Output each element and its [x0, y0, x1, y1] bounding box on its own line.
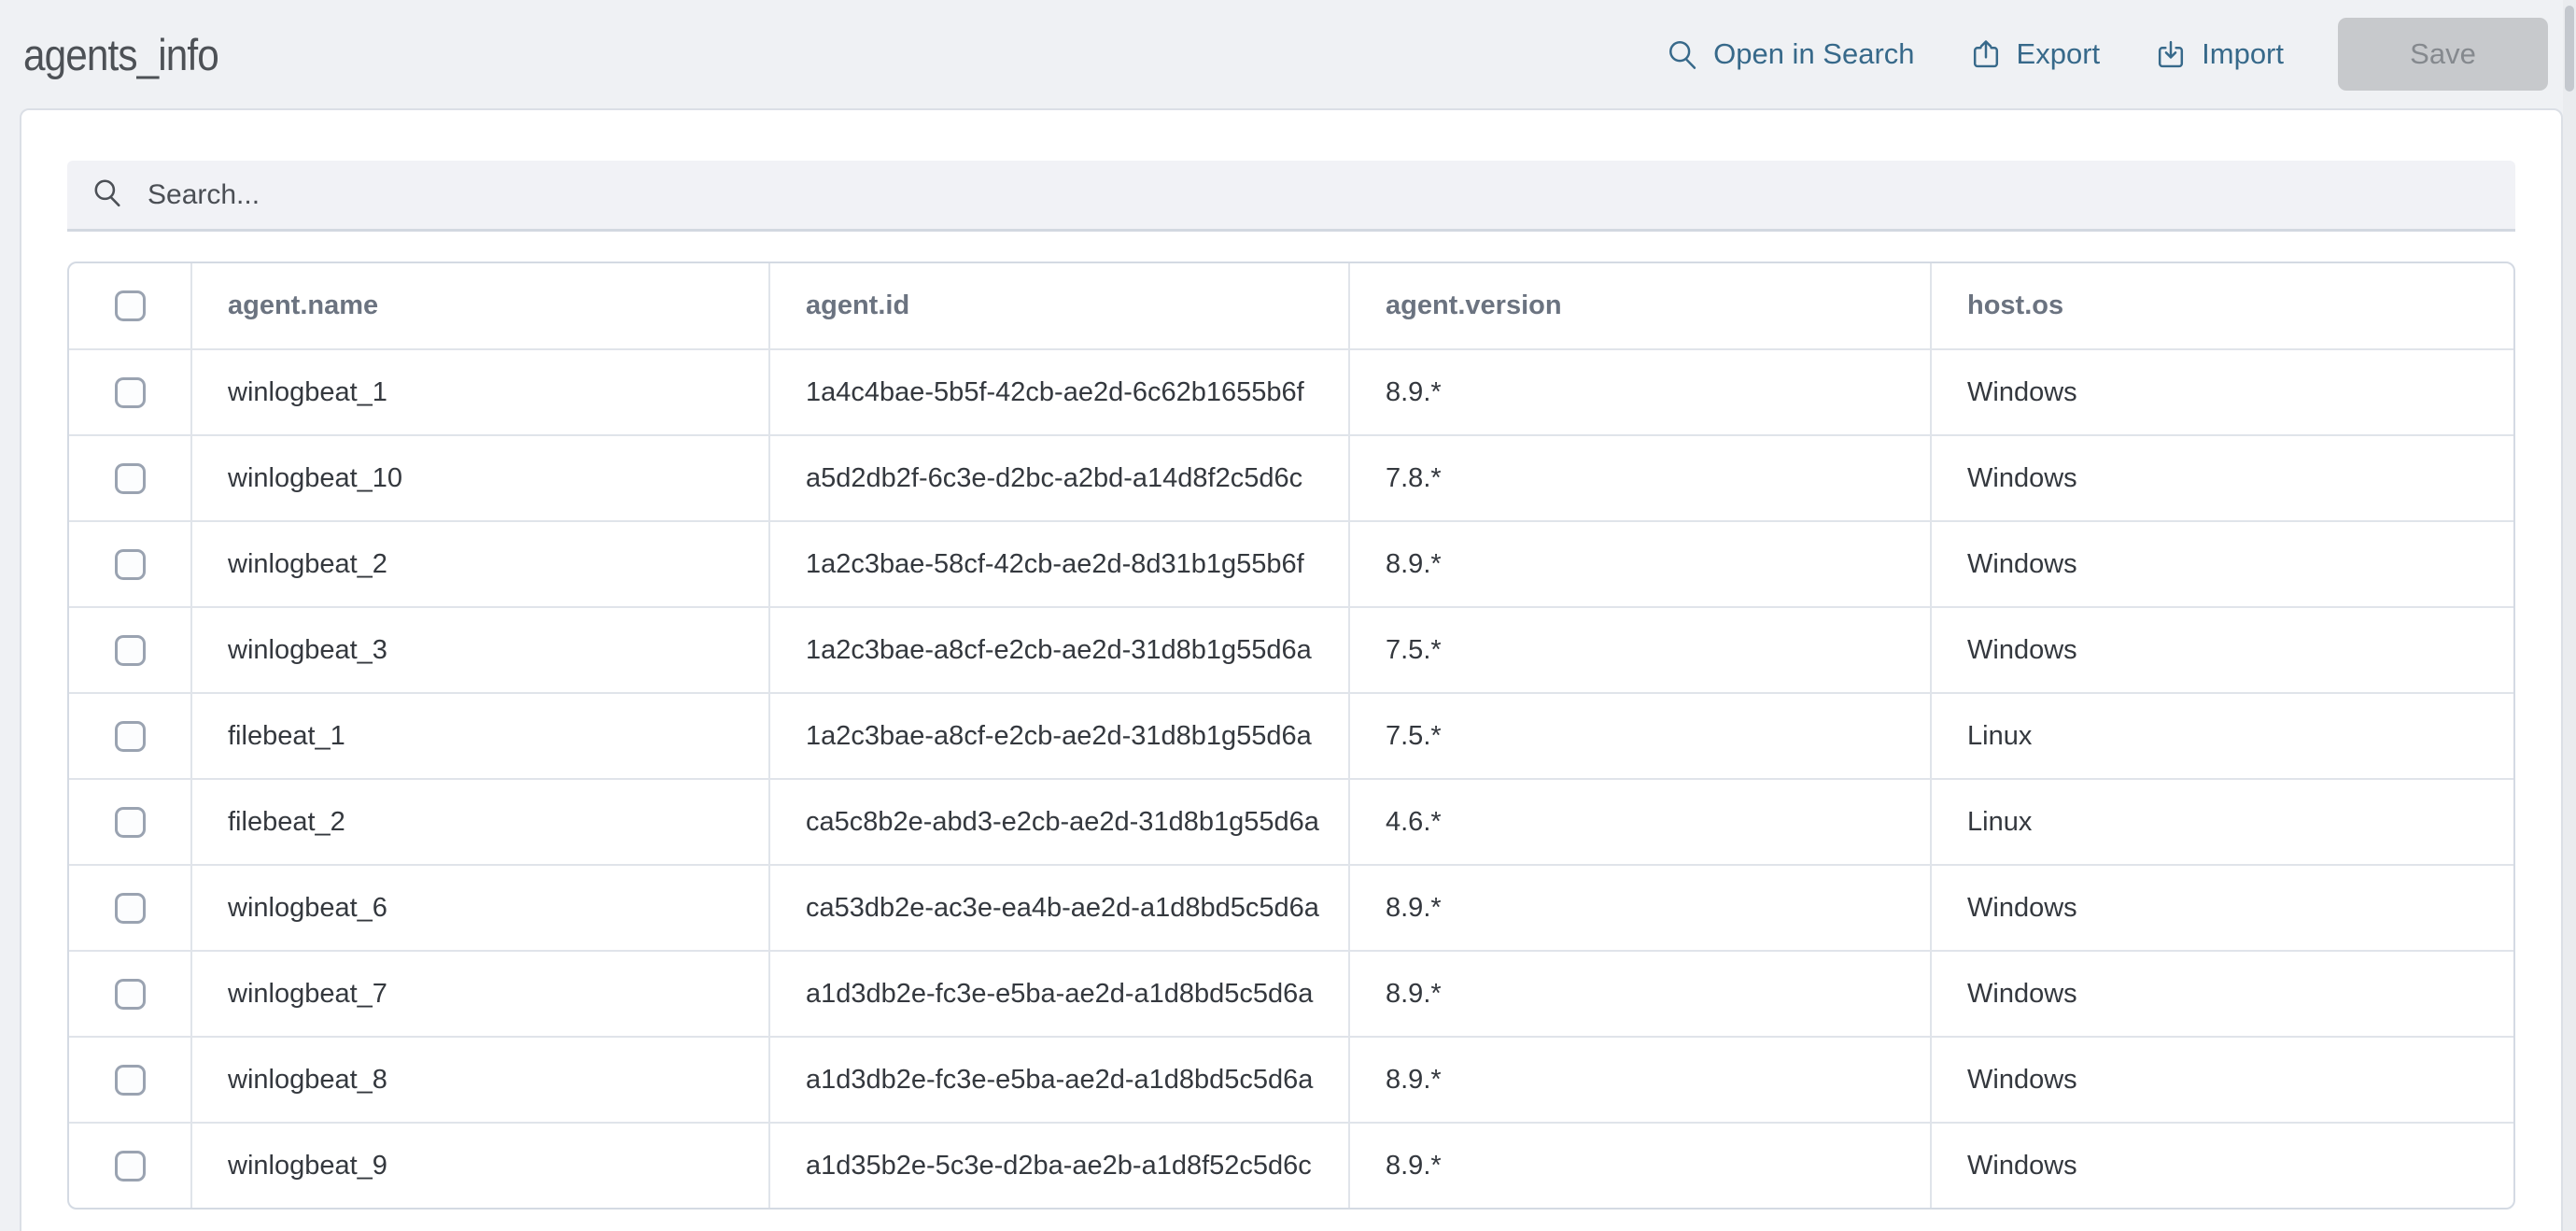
select-all-checkbox[interactable]: [114, 290, 146, 321]
cell-agent-version: 8.9.*: [1348, 1036, 1932, 1124]
table-body: winlogbeat_1 1a4c4bae-5b5f-42cb-ae2d-6c6…: [69, 348, 2513, 1208]
cell-host-os: Windows: [1930, 520, 2513, 608]
cell-host-os: Windows: [1930, 348, 2513, 436]
cell-agent-name: winlogbeat_2: [190, 520, 770, 608]
cell-host-os: Windows: [1930, 1122, 2513, 1208]
cell-host-os: Windows: [1930, 950, 2513, 1038]
cell-agent-version: 8.9.*: [1348, 348, 1932, 436]
cell-host-os: Linux: [1930, 778, 2513, 866]
cell-agent-name: winlogbeat_8: [190, 1036, 770, 1124]
cell-agent-name: winlogbeat_6: [190, 864, 770, 952]
top-bar: agents_info Open in Search Export Import…: [0, 0, 2576, 108]
table-row: winlogbeat_3 1a2c3bae-a8cf-e2cb-ae2d-31d…: [69, 606, 2513, 694]
cell-agent-id: a1d3db2e-fc3e-e5ba-ae2d-a1d8bd5c5d6a: [768, 950, 1350, 1038]
toolbar: Open in Search Export Import Save: [1666, 18, 2548, 91]
row-select-cell: [69, 692, 192, 780]
row-checkbox[interactable]: [114, 1150, 146, 1181]
row-checkbox[interactable]: [114, 978, 146, 1010]
column-header-agent-id[interactable]: agent.id: [768, 263, 1350, 350]
table-row: winlogbeat_8 a1d3db2e-fc3e-e5ba-ae2d-a1d…: [69, 1036, 2513, 1124]
cell-agent-version: 8.9.*: [1348, 950, 1932, 1038]
row-checkbox[interactable]: [114, 548, 146, 580]
row-select-cell: [69, 606, 192, 694]
cell-host-os: Windows: [1930, 864, 2513, 952]
import-icon: [2154, 37, 2188, 71]
search-box: [67, 161, 2515, 232]
cell-agent-id: 1a2c3bae-58cf-42cb-ae2d-8d31b1g55b6f: [768, 520, 1350, 608]
row-select-cell: [69, 778, 192, 866]
cell-agent-version: 7.5.*: [1348, 606, 1932, 694]
open-in-search-button[interactable]: Open in Search: [1666, 37, 1915, 71]
page: agents_info Open in Search Export Import…: [0, 0, 2576, 1231]
table-row: winlogbeat_2 1a2c3bae-58cf-42cb-ae2d-8d3…: [69, 520, 2513, 608]
cell-agent-id: a5d2db2f-6c3e-d2bc-a2bd-a14d8f2c5d6c: [768, 434, 1350, 522]
cell-agent-version: 4.6.*: [1348, 778, 1932, 866]
cell-host-os: Linux: [1930, 692, 2513, 780]
cell-agent-version: 8.9.*: [1348, 1122, 1932, 1208]
row-checkbox[interactable]: [114, 462, 146, 494]
cell-agent-name: winlogbeat_1: [190, 348, 770, 436]
row-select-cell: [69, 348, 192, 436]
table-row: winlogbeat_9 a1d35b2e-5c3e-d2ba-ae2b-a1d…: [69, 1122, 2513, 1208]
search-icon: [91, 177, 146, 213]
export-icon: [1969, 37, 2003, 71]
cell-agent-id: 1a2c3bae-a8cf-e2cb-ae2d-31d8b1g55d6a: [768, 606, 1350, 694]
row-checkbox[interactable]: [114, 634, 146, 666]
cell-agent-id: ca53db2e-ac3e-ea4b-ae2d-a1d8bd5c5d6a: [768, 864, 1350, 952]
row-select-cell: [69, 434, 192, 522]
row-select-cell: [69, 1122, 192, 1208]
cell-agent-id: 1a2c3bae-a8cf-e2cb-ae2d-31d8b1g55d6a: [768, 692, 1350, 780]
cell-agent-name: winlogbeat_3: [190, 606, 770, 694]
page-title: agents_info: [23, 29, 219, 79]
cell-agent-version: 8.9.*: [1348, 520, 1932, 608]
cell-host-os: Windows: [1930, 1036, 2513, 1124]
agents-table: agent.name agent.id agent.version host.o…: [67, 262, 2515, 1210]
cell-agent-id: ca5c8b2e-abd3-e2cb-ae2d-31d8b1g55d6a: [768, 778, 1350, 866]
row-select-cell: [69, 950, 192, 1038]
search-icon: [1666, 37, 1699, 71]
search-input[interactable]: [146, 177, 2491, 212]
table-row: filebeat_2 ca5c8b2e-abd3-e2cb-ae2d-31d8b…: [69, 778, 2513, 866]
cell-agent-name: winlogbeat_7: [190, 950, 770, 1038]
scrollbar-track[interactable]: [2563, 0, 2576, 1231]
table-row: winlogbeat_6 ca53db2e-ac3e-ea4b-ae2d-a1d…: [69, 864, 2513, 952]
row-select-cell: [69, 520, 192, 608]
table-row: filebeat_1 1a2c3bae-a8cf-e2cb-ae2d-31d8b…: [69, 692, 2513, 780]
scrollbar-thumb[interactable]: [2565, 6, 2574, 92]
content-card: agent.name agent.id agent.version host.o…: [20, 108, 2563, 1231]
column-header-agent-version[interactable]: agent.version: [1348, 263, 1932, 350]
table-row: winlogbeat_7 a1d3db2e-fc3e-e5ba-ae2d-a1d…: [69, 950, 2513, 1038]
column-header-agent-name[interactable]: agent.name: [190, 263, 770, 350]
cell-agent-version: 7.8.*: [1348, 434, 1932, 522]
select-all-cell: [69, 263, 192, 350]
cell-agent-name: winlogbeat_9: [190, 1122, 770, 1208]
table-row: winlogbeat_10 a5d2db2f-6c3e-d2bc-a2bd-a1…: [69, 434, 2513, 522]
row-checkbox[interactable]: [114, 806, 146, 838]
cell-agent-id: 1a4c4bae-5b5f-42cb-ae2d-6c62b1655b6f: [768, 348, 1350, 436]
export-button[interactable]: Export: [1969, 37, 2101, 71]
import-label: Import: [2202, 37, 2284, 70]
row-select-cell: [69, 1036, 192, 1124]
cell-host-os: Windows: [1930, 606, 2513, 694]
cell-agent-name: filebeat_1: [190, 692, 770, 780]
row-select-cell: [69, 864, 192, 952]
row-checkbox[interactable]: [114, 376, 146, 408]
cell-agent-name: filebeat_2: [190, 778, 770, 866]
cell-agent-id: a1d35b2e-5c3e-d2ba-ae2b-a1d8f52c5d6c: [768, 1122, 1350, 1208]
cell-agent-version: 7.5.*: [1348, 692, 1932, 780]
table-header-row: agent.name agent.id agent.version host.o…: [69, 263, 2513, 350]
cell-agent-name: winlogbeat_10: [190, 434, 770, 522]
cell-host-os: Windows: [1930, 434, 2513, 522]
column-header-host-os[interactable]: host.os: [1930, 263, 2513, 350]
table-row: winlogbeat_1 1a4c4bae-5b5f-42cb-ae2d-6c6…: [69, 348, 2513, 436]
row-checkbox[interactable]: [114, 1064, 146, 1096]
save-button[interactable]: Save: [2338, 18, 2548, 91]
row-checkbox[interactable]: [114, 720, 146, 752]
row-checkbox[interactable]: [114, 892, 146, 924]
cell-agent-id: a1d3db2e-fc3e-e5ba-ae2d-a1d8bd5c5d6a: [768, 1036, 1350, 1124]
import-button[interactable]: Import: [2154, 37, 2284, 71]
export-label: Export: [2016, 37, 2101, 70]
open-in-search-label: Open in Search: [1713, 37, 1915, 70]
cell-agent-version: 8.9.*: [1348, 864, 1932, 952]
